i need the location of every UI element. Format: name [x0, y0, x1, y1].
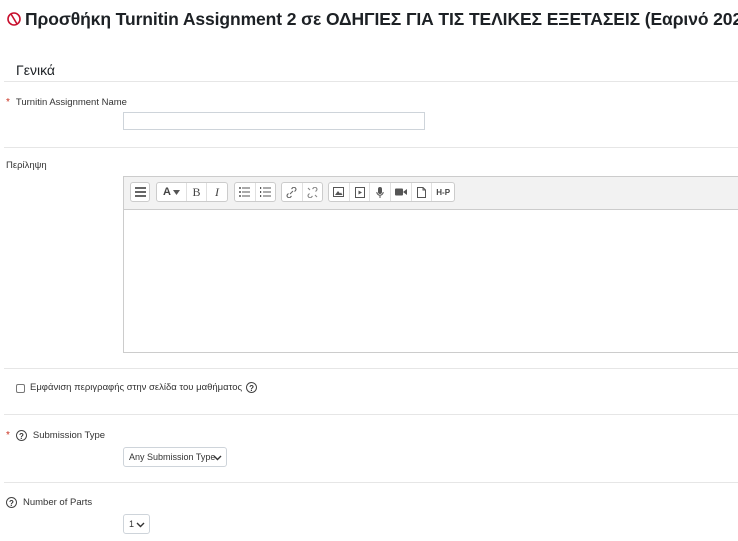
number-of-parts-label: Number of Parts: [23, 497, 93, 508]
bullet-list-icon: [239, 187, 251, 197]
help-icon[interactable]: ?: [246, 382, 258, 393]
link-icon: [286, 186, 297, 198]
toolbar-toggle-icon: [134, 187, 146, 197]
toolbar-toggle-button[interactable]: [131, 183, 149, 201]
help-icon[interactable]: ?: [15, 430, 27, 441]
font-style-button[interactable]: A: [157, 183, 187, 201]
show-description-label: Εμφάνιση περιγραφής στην σελίδα του μαθή…: [30, 382, 243, 393]
caret-down-icon: [172, 189, 180, 195]
assignment-name-label: Turnitin Assignment Name: [15, 97, 127, 108]
unlink-button[interactable]: [303, 183, 323, 201]
summary-label: Περίληψη: [6, 160, 47, 171]
divider: [4, 368, 738, 369]
turnitin-logo-icon: [7, 12, 21, 26]
assignment-name-input[interactable]: [123, 112, 425, 130]
unlink-icon: [307, 186, 318, 198]
required-icon: *: [6, 430, 10, 441]
submission-type-label-row: * ? Submission Type: [6, 430, 105, 441]
number-of-parts-value: 1: [129, 519, 135, 529]
page-header: Προσθήκη Turnitin Assignment 2 σε ΟΔΗΓΙΕ…: [6, 6, 738, 32]
manage-files-button[interactable]: [412, 183, 433, 201]
image-icon: [333, 187, 345, 197]
insert-image-button[interactable]: [329, 183, 350, 201]
divider: [4, 414, 738, 415]
h5p-button[interactable]: H-P: [432, 183, 454, 201]
required-icon: *: [6, 97, 10, 108]
summary-editor-content[interactable]: [124, 210, 738, 352]
unordered-list-button[interactable]: [235, 183, 256, 201]
ordered-list-button[interactable]: [256, 183, 276, 201]
divider: [4, 482, 738, 483]
file-icon: [417, 186, 427, 198]
show-description-label-row: Εμφάνιση περιγραφής στην σελίδα του μαθή…: [30, 382, 258, 393]
chevron-down-icon: [136, 522, 145, 528]
submission-type-value: Any Submission Type: [129, 452, 216, 462]
help-icon[interactable]: ?: [6, 497, 17, 508]
numbered-list-icon: [259, 187, 271, 197]
link-button[interactable]: [282, 183, 303, 201]
divider: [4, 81, 738, 82]
font-style-icon: A: [163, 186, 171, 198]
show-description-checkbox[interactable]: [16, 384, 25, 393]
number-of-parts-select[interactable]: 1: [123, 514, 150, 534]
chevron-down-icon: [213, 455, 222, 461]
italic-button[interactable]: I: [207, 183, 227, 201]
media-file-icon: [354, 186, 365, 198]
record-audio-button[interactable]: [370, 183, 392, 201]
submission-type-select[interactable]: Any Submission Type: [123, 447, 227, 467]
assignment-name-label-row: * Turnitin Assignment Name: [6, 97, 127, 108]
microphone-icon: [376, 186, 384, 198]
record-video-button[interactable]: [391, 183, 412, 201]
divider: [4, 147, 738, 148]
number-of-parts-label-row: ? Number of Parts: [6, 497, 92, 508]
summary-editor: A B I H-P: [123, 176, 738, 353]
editor-toolbar: A B I H-P: [124, 177, 738, 210]
submission-type-label: Submission Type: [32, 430, 106, 441]
bold-button[interactable]: B: [187, 183, 207, 201]
section-title[interactable]: Γενικά: [16, 62, 55, 78]
insert-media-button[interactable]: [350, 183, 371, 201]
video-camera-icon: [394, 188, 407, 196]
page-title: Προσθήκη Turnitin Assignment 2 σε ΟΔΗΓΙΕ…: [25, 8, 738, 29]
